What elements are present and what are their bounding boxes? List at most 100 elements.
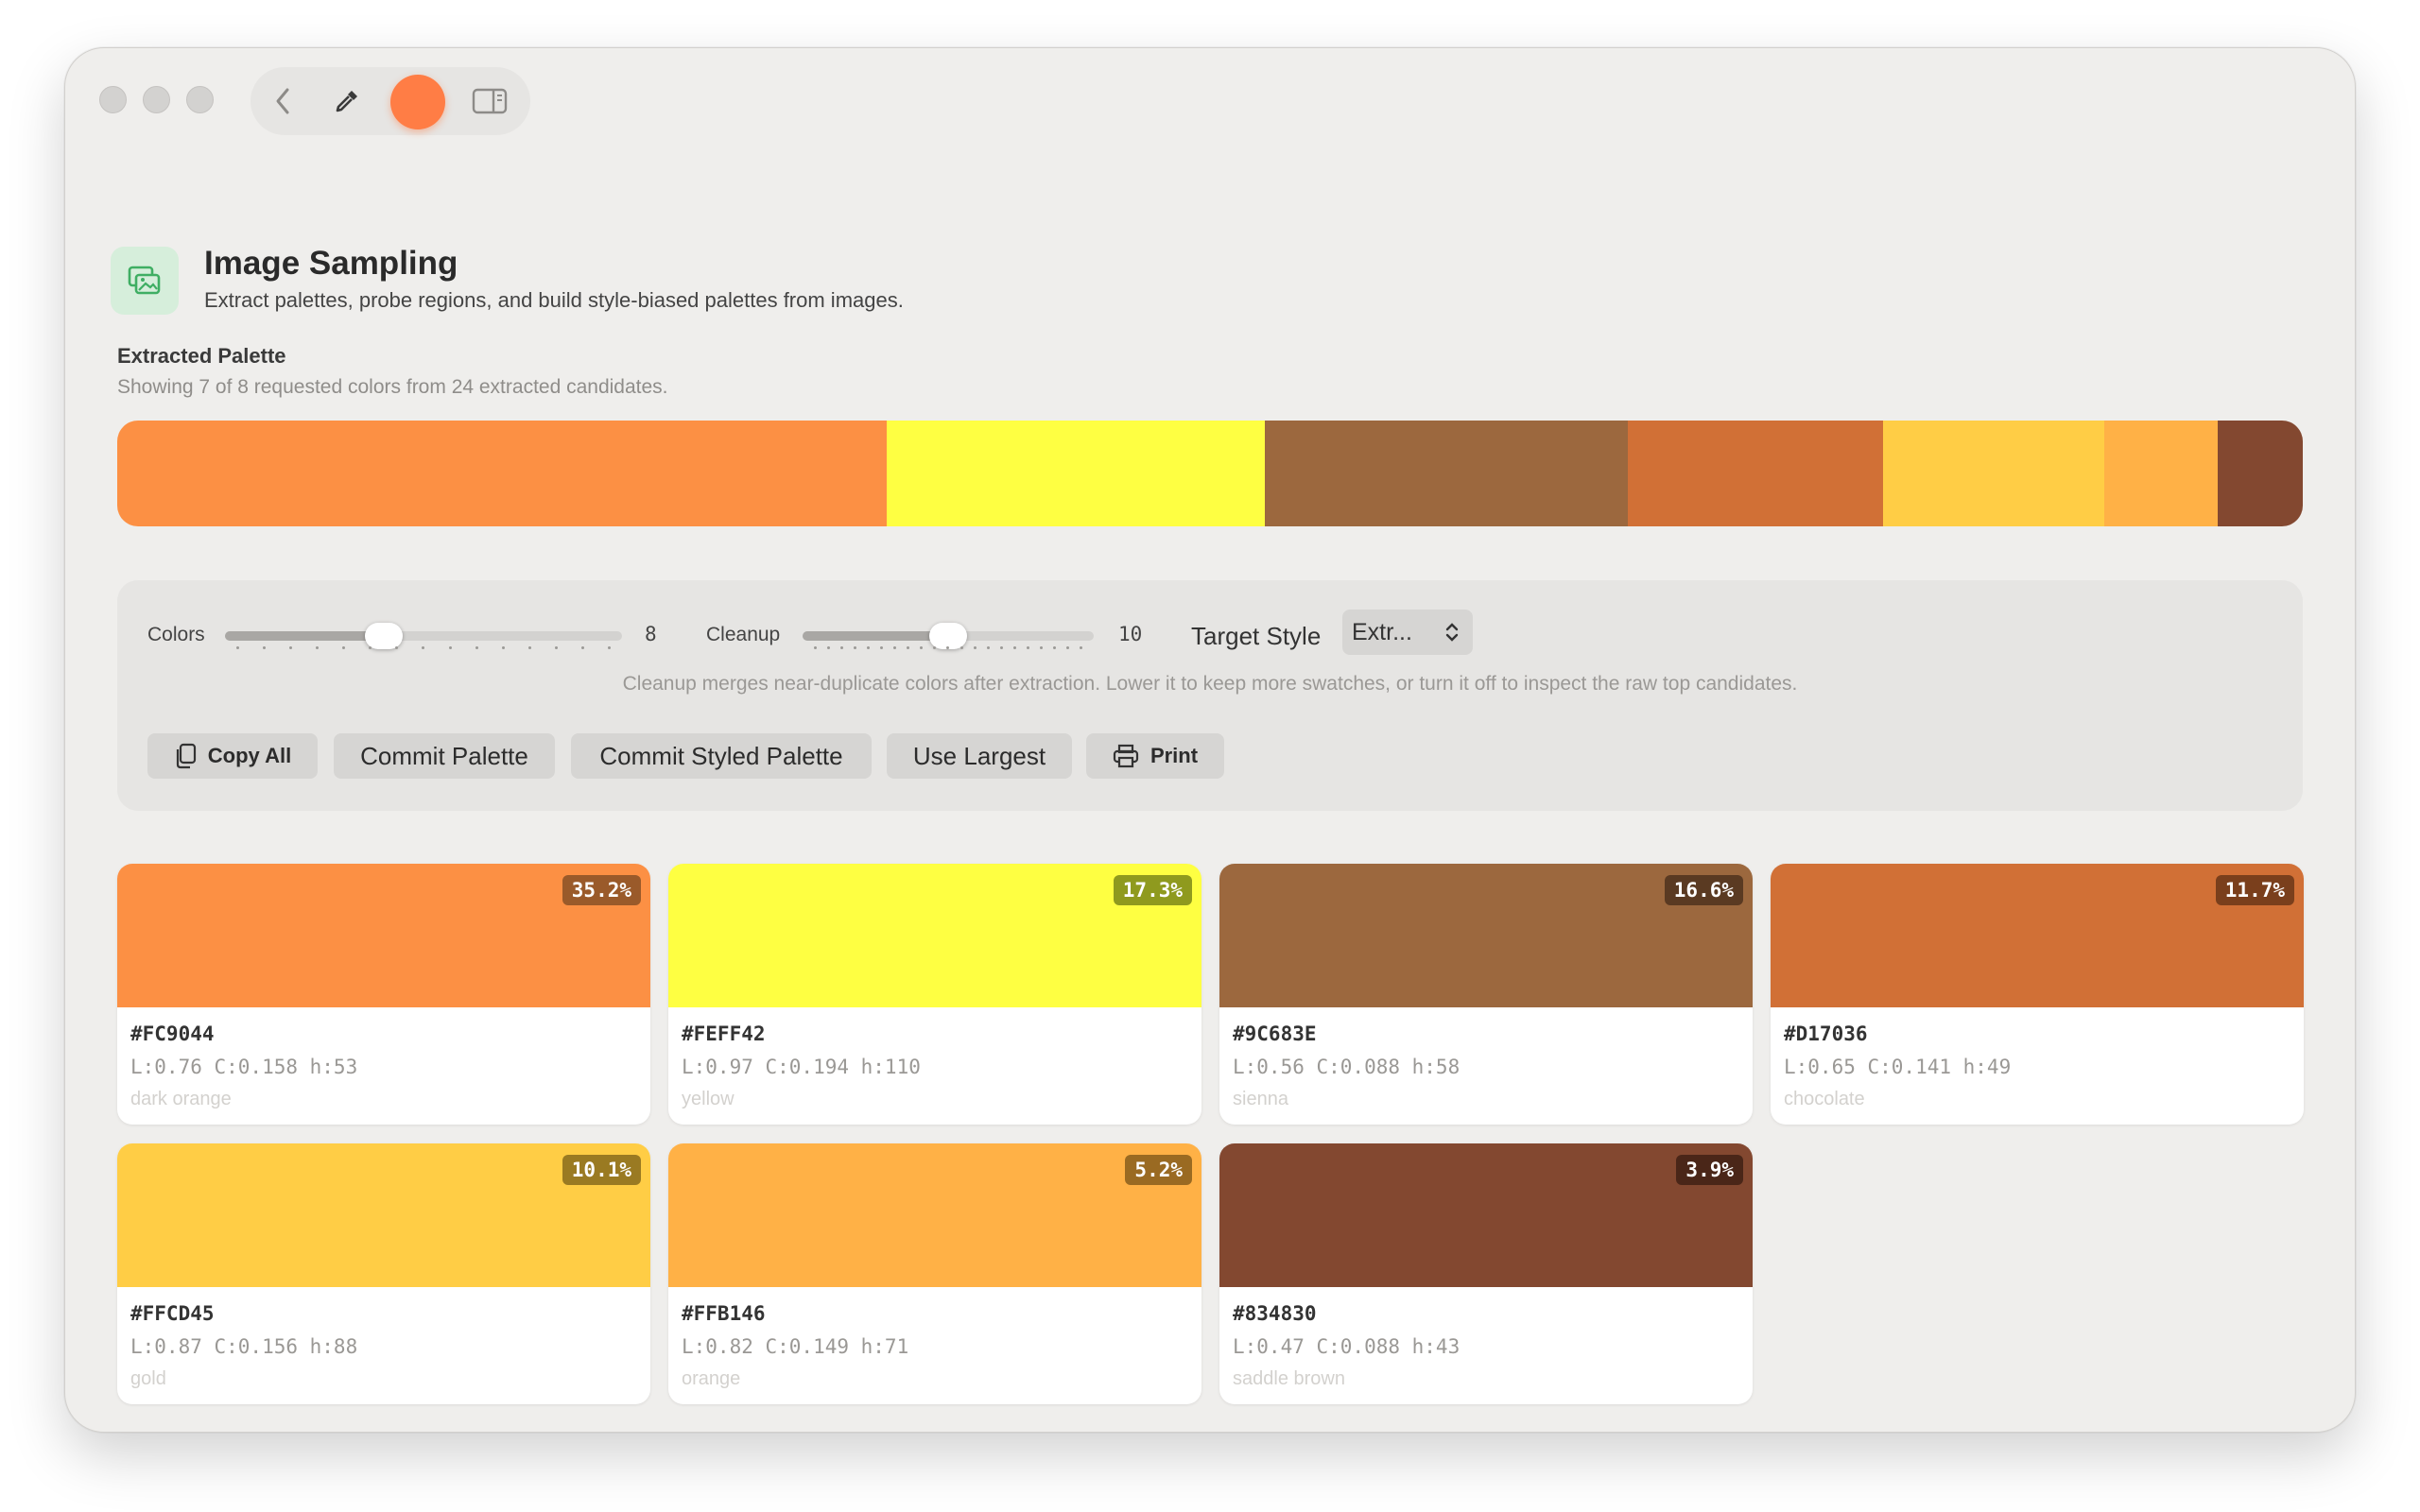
- swatch-color-chip[interactable]: 5.2%: [668, 1143, 1201, 1287]
- commit-palette-label: Commit Palette: [360, 741, 528, 770]
- extracted-palette-title: Extracted Palette: [117, 344, 286, 368]
- cleanup-slider-thumb[interactable]: [929, 623, 967, 649]
- eyedropper-icon: [336, 91, 357, 112]
- slider-tick: [880, 646, 884, 649]
- commit-palette-button[interactable]: Commit Palette: [334, 733, 555, 779]
- slider-tick: [236, 646, 239, 649]
- close-window-button[interactable]: [99, 86, 127, 113]
- swatch-card[interactable]: 10.1% #FFCD45 L:0.87 C:0.156 h:88 gold: [117, 1143, 650, 1404]
- copy-all-label: Copy All: [207, 744, 292, 767]
- current-color-swatch[interactable]: [390, 75, 445, 129]
- slider-tick: [959, 646, 963, 649]
- sidebar-toggle-button[interactable]: [470, 82, 510, 120]
- swatch-lch: L:0.47 C:0.088 h:43: [1233, 1335, 1461, 1358]
- swatch-card[interactable]: 5.2% #FFB146 L:0.82 C:0.149 h:71 orange: [668, 1143, 1201, 1404]
- swatch-hex: #FFB146: [682, 1302, 766, 1325]
- copy-all-button[interactable]: Copy All: [147, 733, 318, 779]
- swatch-color-chip[interactable]: 11.7%: [1771, 864, 2304, 1007]
- slider-tick: [1012, 646, 1016, 649]
- slider-tick: [920, 646, 924, 649]
- commit-styled-palette-button[interactable]: Commit Styled Palette: [571, 733, 872, 779]
- minimize-window-button[interactable]: [143, 86, 170, 113]
- swatch-lch: L:0.82 C:0.149 h:71: [682, 1335, 909, 1358]
- swatch-card[interactable]: 16.6% #9C683E L:0.56 C:0.088 h:58 sienna: [1219, 864, 1753, 1125]
- swatch-percent-badge: 35.2%: [562, 875, 641, 905]
- swatch-percent-badge: 11.7%: [2215, 875, 2294, 905]
- slider-tick: [999, 646, 1003, 649]
- swatch-card[interactable]: 35.2% #FC9044 L:0.76 C:0.158 h:53 dark oran…: [117, 864, 650, 1125]
- image-gallery-icon: [128, 266, 161, 295]
- slider-tick: [527, 646, 531, 649]
- slider-tick: [448, 646, 452, 649]
- chevron-left-icon: [276, 88, 289, 114]
- colors-slider-ticks: [236, 646, 611, 649]
- palette-strip-segment[interactable]: [886, 421, 1265, 526]
- swatch-hex: #FFCD45: [130, 1302, 215, 1325]
- slider-tick: [554, 646, 558, 649]
- print-button[interactable]: Print: [1086, 733, 1224, 779]
- swatch-hex: #FEFF42: [682, 1022, 766, 1045]
- slider-tick: [1052, 646, 1056, 649]
- palette-strip-segment[interactable]: [1627, 421, 1884, 526]
- cleanup-value: 10: [1118, 623, 1143, 645]
- slider-tick: [316, 646, 320, 649]
- use-largest-button[interactable]: Use Largest: [887, 733, 1072, 779]
- window-controls: [99, 86, 214, 113]
- swatch-color-chip[interactable]: 17.3%: [668, 864, 1201, 1007]
- palette-strip-segment[interactable]: [2217, 421, 2303, 526]
- swatch-color-chip[interactable]: 10.1%: [117, 1143, 650, 1287]
- printer-icon: [1113, 744, 1139, 768]
- slider-tick: [986, 646, 990, 649]
- page-title: Image Sampling: [204, 245, 458, 282]
- swatch-card[interactable]: 17.3% #FEFF42 L:0.97 C:0.194 h:110 yellow: [668, 864, 1201, 1125]
- slider-tick: [1079, 646, 1082, 649]
- swatch-color-name: sienna: [1233, 1089, 1288, 1109]
- swatch-color-name: chocolate: [1784, 1089, 1865, 1109]
- cleanup-slider-ticks: [814, 646, 1082, 649]
- extracted-palette-summary: Showing 7 of 8 requested colors from 24 …: [117, 376, 668, 398]
- slider-tick: [580, 646, 584, 649]
- swatch-color-chip[interactable]: 35.2%: [117, 864, 650, 1007]
- swatch-percent-badge: 16.6%: [1664, 875, 1743, 905]
- slider-tick: [475, 646, 478, 649]
- target-style-select[interactable]: Extr...: [1342, 610, 1473, 655]
- swatch-card[interactable]: 3.9% #834830 L:0.47 C:0.088 h:43 saddle bro…: [1219, 1143, 1753, 1404]
- swatch-color-chip[interactable]: 3.9%: [1219, 1143, 1753, 1287]
- swatch-color-name: yellow: [682, 1089, 735, 1109]
- colors-slider-thumb[interactable]: [365, 623, 403, 649]
- cleanup-slider-fill: [803, 631, 948, 641]
- slider-tick: [422, 646, 425, 649]
- sidebar-toggle-icon: [472, 88, 508, 114]
- swatch-color-chip[interactable]: 16.6%: [1219, 864, 1753, 1007]
- zoom-window-button[interactable]: [186, 86, 214, 113]
- palette-strip-segment[interactable]: [117, 421, 887, 526]
- palette-strip: [117, 421, 2303, 526]
- cleanup-slider[interactable]: [803, 623, 1094, 649]
- swatch-percent-badge: 3.9%: [1676, 1155, 1743, 1185]
- slider-tick: [933, 646, 937, 649]
- slider-tick: [607, 646, 611, 649]
- swatch-percent-badge: 10.1%: [562, 1155, 641, 1185]
- palette-strip-segment[interactable]: [1883, 421, 2104, 526]
- chevron-updown-icon: [1445, 623, 1459, 642]
- swatch-hex: #FC9044: [130, 1022, 215, 1045]
- print-label: Print: [1150, 744, 1199, 767]
- slider-tick: [369, 646, 372, 649]
- palette-strip-segment[interactable]: [1264, 421, 1628, 526]
- slider-tick: [1065, 646, 1069, 649]
- eyedropper-button[interactable]: [328, 82, 366, 120]
- back-button[interactable]: [264, 82, 302, 120]
- target-style-value: Extr...: [1352, 618, 1412, 645]
- swatch-color-name: orange: [682, 1368, 741, 1389]
- colors-slider[interactable]: [225, 623, 622, 649]
- swatch-color-name: dark orange: [130, 1089, 232, 1109]
- swatch-card[interactable]: 11.7% #D17036 L:0.65 C:0.141 h:49 chocolate: [1771, 864, 2304, 1125]
- swatch-color-name: gold: [130, 1368, 166, 1389]
- slider-tick: [907, 646, 910, 649]
- swatch-percent-badge: 17.3%: [1113, 875, 1192, 905]
- palette-strip-segment[interactable]: [2103, 421, 2218, 526]
- slider-tick: [827, 646, 831, 649]
- swatch-percent-badge: 5.2%: [1125, 1155, 1192, 1185]
- slider-tick: [854, 646, 857, 649]
- use-largest-label: Use Largest: [912, 741, 1046, 770]
